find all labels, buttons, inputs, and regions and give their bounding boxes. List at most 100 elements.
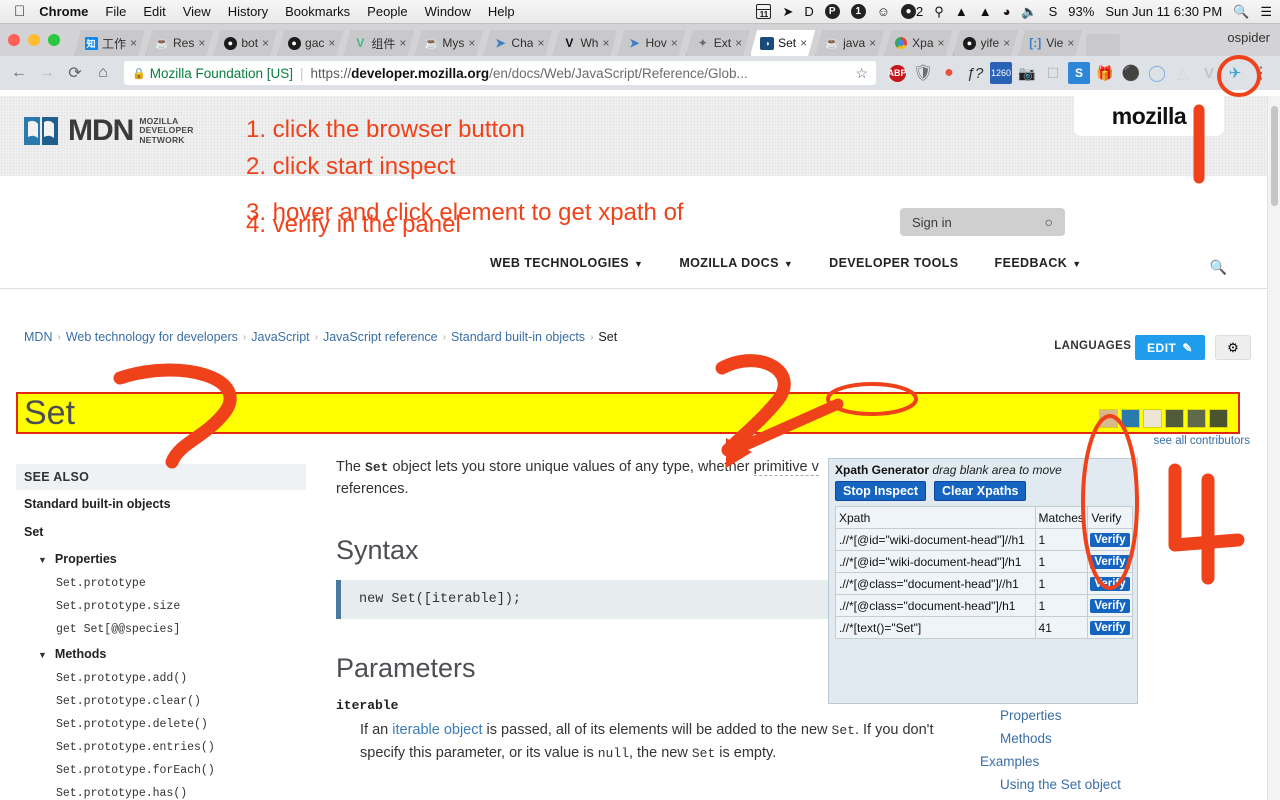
edit-button[interactable]: EDIT ✎ bbox=[1135, 335, 1205, 360]
menu-item-bookmarks[interactable]: Bookmarks bbox=[285, 4, 350, 19]
counter-1260-icon[interactable]: 1260 bbox=[990, 62, 1012, 84]
onepassword-icon[interactable]: 1 bbox=[850, 4, 866, 19]
gift-icon[interactable]: 🎁 bbox=[1094, 62, 1116, 84]
address-bar[interactable]: 🔒 Mozilla Foundation [US] | https://deve… bbox=[124, 61, 876, 85]
sidebar-link[interactable]: Set.prototype.entries() bbox=[16, 736, 306, 759]
menu-item-people[interactable]: People bbox=[367, 4, 407, 19]
verify-button[interactable]: Verify bbox=[1090, 577, 1130, 591]
menu-item-help[interactable]: Help bbox=[488, 4, 515, 19]
menu-item-history[interactable]: History bbox=[228, 4, 268, 19]
sidebar-link[interactable]: Set.prototype.size bbox=[16, 595, 306, 618]
close-tab-icon[interactable]: × bbox=[938, 36, 947, 50]
menu-item-chrome[interactable]: Chrome bbox=[39, 4, 88, 19]
close-tab-icon[interactable]: × bbox=[328, 36, 337, 50]
close-tab-icon[interactable]: × bbox=[262, 36, 271, 50]
see-all-contributors-link[interactable]: see all contributors bbox=[1153, 435, 1250, 447]
verify-button[interactable]: Verify bbox=[1090, 599, 1130, 613]
avatar[interactable] bbox=[1165, 409, 1184, 428]
browser-tab[interactable]: V 组件 × bbox=[343, 30, 414, 56]
telegram-icon[interactable]: ➤ bbox=[782, 4, 793, 20]
sidebar-link[interactable]: Set.prototype.clear() bbox=[16, 690, 306, 713]
bell-icon[interactable]: ▲ bbox=[955, 4, 968, 19]
qq-icon[interactable]: ● 2 bbox=[901, 4, 923, 19]
back-button[interactable]: ← bbox=[6, 60, 32, 86]
toc-link[interactable]: Iterating Sets bbox=[980, 796, 1280, 800]
browser-tab[interactable]: ➤ Cha × bbox=[483, 30, 552, 56]
shield-icon[interactable]: 🛡 bbox=[912, 62, 934, 84]
close-window-button[interactable] bbox=[8, 34, 20, 46]
clear-xpaths-button[interactable]: Clear Xpaths bbox=[934, 481, 1027, 501]
wifi-icon[interactable]: ◕ bbox=[1003, 4, 1011, 19]
settings-button[interactable]: ⚙ bbox=[1215, 335, 1251, 360]
breadcrumb-item-standard-built-in-objects[interactable]: Standard built-in objects bbox=[451, 330, 585, 344]
breadcrumb-item-web-technology[interactable]: Web technology for developers bbox=[66, 330, 238, 344]
stop-inspect-button[interactable]: Stop Inspect bbox=[835, 481, 927, 501]
browser-tab[interactable]: Xpa × bbox=[884, 30, 952, 56]
close-tab-icon[interactable]: × bbox=[468, 36, 477, 50]
home-button[interactable]: ⌂ bbox=[90, 60, 116, 86]
browser-tab[interactable]: 知工作 × bbox=[74, 30, 145, 56]
sidebar-link[interactable]: Set.prototype.add() bbox=[16, 667, 306, 690]
verify-button[interactable]: Verify bbox=[1090, 533, 1130, 547]
close-tab-icon[interactable]: × bbox=[1067, 36, 1076, 50]
breadcrumb-item-mdn[interactable]: MDN bbox=[24, 330, 52, 344]
reload-button[interactable]: ⟳ bbox=[62, 60, 88, 86]
sign-in-button[interactable]: Sign in ○ bbox=[900, 208, 1065, 236]
control-center-icon[interactable]: ☰ bbox=[1260, 4, 1272, 20]
menu-item-view[interactable]: View bbox=[183, 4, 211, 19]
wechat-icon[interactable]: ☺ bbox=[877, 4, 890, 19]
battery-status[interactable]: 93% bbox=[1068, 4, 1094, 19]
site-search-input[interactable]: 🔍 bbox=[1162, 253, 1237, 281]
close-tab-icon[interactable]: × bbox=[602, 36, 611, 50]
ghost-icon[interactable]: △ bbox=[1172, 62, 1194, 84]
browser-tab[interactable]: ☕ Res × bbox=[145, 30, 213, 56]
scrollbar-thumb[interactable] bbox=[1271, 106, 1278, 206]
xpath-generator-extension-icon[interactable]: ✈ bbox=[1224, 62, 1246, 84]
v-extension-icon[interactable]: V bbox=[1198, 62, 1220, 84]
browser-tab[interactable]: ➤ Hov × bbox=[617, 30, 685, 56]
chrome-menu-button[interactable]: ⋮ bbox=[1248, 60, 1274, 86]
close-tab-icon[interactable]: × bbox=[671, 36, 680, 50]
browser-tab[interactable]: ● bot × bbox=[213, 30, 277, 56]
browser-tab[interactable]: ● yife × bbox=[953, 30, 1019, 56]
close-tab-icon[interactable]: × bbox=[198, 36, 207, 50]
s-extension-icon[interactable]: S bbox=[1068, 62, 1090, 84]
volume-icon[interactable]: 🔈 bbox=[1021, 4, 1037, 20]
menu-item-file[interactable]: File bbox=[105, 4, 126, 19]
sidebar-item-set[interactable]: Set bbox=[16, 518, 306, 546]
browser-tab[interactable]: V Wh × bbox=[552, 30, 617, 56]
avatar[interactable] bbox=[1099, 409, 1118, 428]
close-tab-icon[interactable]: × bbox=[869, 36, 878, 50]
toc-link[interactable]: Properties bbox=[980, 704, 1280, 727]
minimize-window-button[interactable] bbox=[28, 34, 40, 46]
toc-link[interactable]: Using the Set object bbox=[980, 773, 1280, 796]
clock[interactable]: Sun Jun 11 6:30 PM bbox=[1105, 4, 1222, 19]
close-tab-icon[interactable]: × bbox=[130, 36, 139, 50]
toc-link[interactable]: Methods bbox=[980, 727, 1280, 750]
verify-button[interactable]: Verify bbox=[1090, 555, 1130, 569]
breadcrumb-item-javascript-reference[interactable]: JavaScript reference bbox=[323, 330, 438, 344]
close-tab-icon[interactable]: × bbox=[537, 36, 546, 50]
function-icon[interactable]: ƒ? bbox=[964, 62, 986, 84]
profile-name[interactable]: ospider bbox=[1227, 30, 1270, 45]
dash-icon[interactable]: D bbox=[804, 4, 813, 19]
avatar[interactable] bbox=[1209, 409, 1228, 428]
sidebar-group-methods[interactable]: ▼ Methods bbox=[16, 641, 306, 667]
new-tab-button[interactable] bbox=[1086, 34, 1121, 56]
sidebar-link[interactable]: Set.prototype.delete() bbox=[16, 713, 306, 736]
toc-link[interactable]: Examples bbox=[980, 750, 1280, 773]
shadowsocks-icon[interactable]: S bbox=[1049, 4, 1058, 19]
browser-tab[interactable]: [:] Vie × bbox=[1018, 30, 1082, 56]
browser-tab[interactable]: ☕ java × bbox=[815, 30, 884, 56]
eject-icon[interactable]: ▲ bbox=[979, 4, 992, 19]
avatar[interactable] bbox=[1187, 409, 1206, 428]
nav-item-web-technologies[interactable]: WEB TECHNOLOGIES ▼ bbox=[490, 256, 643, 270]
close-tab-icon[interactable]: × bbox=[735, 36, 744, 50]
calendar-icon[interactable]: 11 bbox=[756, 4, 772, 19]
close-tab-icon[interactable]: × bbox=[1003, 36, 1012, 50]
bookmark-star-icon[interactable]: ☆ bbox=[855, 65, 868, 82]
browser-tab[interactable]: ☕ Mys × bbox=[414, 30, 483, 56]
page-scrollbar[interactable] bbox=[1267, 96, 1280, 800]
menu-item-window[interactable]: Window bbox=[425, 4, 471, 19]
adblock-plus-icon[interactable]: ABP bbox=[886, 62, 908, 84]
